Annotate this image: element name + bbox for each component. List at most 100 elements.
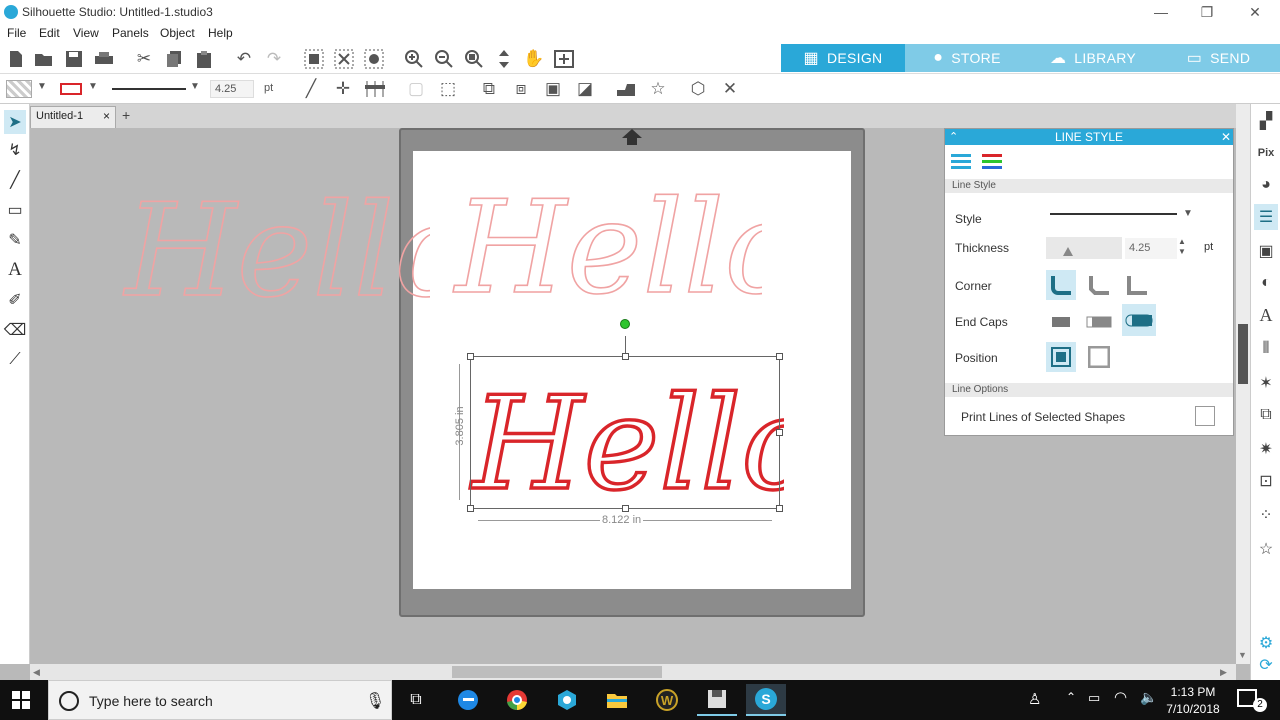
- line-color-swatch[interactable]: [60, 83, 82, 95]
- group-disabled-icon[interactable]: ▢: [405, 78, 427, 100]
- pixscan-icon[interactable]: Pix: [1254, 140, 1278, 166]
- scroll-down-icon[interactable]: ▼: [1238, 650, 1247, 660]
- eraser-tool-icon[interactable]: ⌫: [4, 318, 27, 342]
- vertical-scrollbar[interactable]: ▼: [1236, 104, 1250, 664]
- resize-handle-bm[interactable]: [622, 505, 629, 512]
- volume-icon[interactable]: 🔈: [1140, 689, 1157, 706]
- people-icon[interactable]: ♙: [1028, 690, 1041, 708]
- resize-handle-bl[interactable]: [467, 505, 474, 512]
- text-tool-icon[interactable]: A: [4, 258, 26, 282]
- select-all-icon[interactable]: [303, 48, 325, 70]
- print-lines-checkbox[interactable]: [1195, 406, 1215, 426]
- pencil-tool-icon[interactable]: ✎: [4, 228, 26, 252]
- thickness-slider[interactable]: [1046, 237, 1122, 259]
- weld-icon[interactable]: [615, 78, 637, 100]
- tab-design[interactable]: ▦ DESIGN: [781, 44, 905, 72]
- contrast-icon[interactable]: ◐: [1254, 270, 1278, 296]
- menu-file[interactable]: File: [7, 26, 26, 40]
- line-style-preview[interactable]: [112, 88, 186, 90]
- open-folder-icon[interactable]: [33, 48, 55, 70]
- cut-icon[interactable]: ✂: [133, 48, 155, 70]
- taskbar-search-box[interactable]: Type here to search 🎙: [48, 680, 392, 720]
- compound-path-icon[interactable]: ⧉: [478, 78, 500, 100]
- endcap-butt-icon[interactable]: [1046, 306, 1076, 336]
- horizontal-scroll-thumb[interactable]: [452, 666, 662, 678]
- sync-icon[interactable]: ⟳: [1254, 652, 1278, 678]
- undo-icon[interactable]: ↶: [233, 48, 255, 70]
- wifi-icon[interactable]: ◠: [1114, 688, 1127, 706]
- silhouette-app-icon[interactable]: [547, 684, 587, 716]
- resize-handle-tr[interactable]: [776, 353, 783, 360]
- word-app-icon[interactable]: W: [647, 684, 687, 716]
- edit-points-icon[interactable]: ↯: [4, 138, 26, 162]
- menu-view[interactable]: View: [73, 26, 99, 40]
- hello-outline-left[interactable]: Hello: [120, 175, 430, 325]
- close-tab-icon[interactable]: ×: [103, 109, 110, 123]
- fill-color-swatch[interactable]: [6, 80, 32, 98]
- fit-to-page-icon[interactable]: [553, 48, 575, 70]
- zoom-out-icon[interactable]: [433, 48, 455, 70]
- transform-icon[interactable]: ✶: [1254, 370, 1278, 396]
- resize-handle-mr[interactable]: [776, 429, 783, 436]
- resize-handle-tm[interactable]: [622, 353, 629, 360]
- copy-icon[interactable]: [163, 48, 185, 70]
- replicate-icon[interactable]: ⧉: [1254, 402, 1278, 428]
- battery-icon[interactable]: ▭: [1088, 690, 1100, 706]
- trace-dots-icon[interactable]: ⁘: [1254, 502, 1278, 528]
- line-style-panel-icon[interactable]: ☰: [1254, 204, 1278, 230]
- resize-handle-tl[interactable]: [467, 353, 474, 360]
- modify-star-icon[interactable]: ✷: [1254, 436, 1278, 462]
- line-color-tab-icon[interactable]: [980, 151, 1004, 171]
- text-style-icon[interactable]: A: [1254, 302, 1278, 328]
- resize-handle-br[interactable]: [776, 505, 783, 512]
- position-outside-icon[interactable]: [1084, 342, 1114, 372]
- line-style-dropdown-icon[interactable]: ▼: [190, 81, 200, 92]
- tab-send[interactable]: ▭ SEND: [1157, 44, 1280, 72]
- align-icon[interactable]: [364, 78, 386, 100]
- 3d-box-icon[interactable]: ⬡: [687, 78, 709, 100]
- select-by-color-icon[interactable]: [363, 48, 385, 70]
- draw-line-icon[interactable]: ╱: [300, 78, 322, 100]
- thickness-input[interactable]: 4.25: [1125, 238, 1177, 259]
- save-icon[interactable]: [63, 48, 85, 70]
- corner-sharp-icon[interactable]: [1122, 270, 1152, 300]
- redo-icon[interactable]: ↷: [263, 48, 285, 70]
- menu-edit[interactable]: Edit: [39, 26, 60, 40]
- vertical-scroll-thumb[interactable]: [1238, 324, 1248, 384]
- fill-dropdown-icon[interactable]: ▼: [37, 81, 47, 92]
- microphone-icon[interactable]: 🎙: [365, 691, 385, 711]
- clock-time[interactable]: 1:13 PM: [1164, 685, 1222, 699]
- tab-library[interactable]: ☁ LIBRARY: [1029, 44, 1157, 72]
- minimize-button[interactable]: —: [1138, 2, 1184, 22]
- deselect-icon[interactable]: [333, 48, 355, 70]
- image-effects-icon[interactable]: ▣: [1254, 238, 1278, 264]
- ungroup-icon[interactable]: ⬚: [437, 78, 459, 100]
- windows-start-icon[interactable]: [12, 691, 30, 709]
- menu-panels[interactable]: Panels: [112, 26, 149, 40]
- pan-arrows-icon[interactable]: [493, 48, 515, 70]
- horizontal-scrollbar[interactable]: ◀ ▶: [30, 664, 1236, 680]
- close-panel-icon[interactable]: ✕: [1221, 129, 1231, 145]
- task-view-icon[interactable]: ⧉: [396, 684, 436, 716]
- corner-bevel-icon[interactable]: [1084, 270, 1114, 300]
- favorites-star-icon[interactable]: ☆: [1254, 536, 1278, 562]
- edge-browser-icon[interactable]: [448, 684, 488, 716]
- print-icon[interactable]: [93, 48, 115, 70]
- zoom-select-icon[interactable]: [463, 48, 485, 70]
- menu-help[interactable]: Help: [208, 26, 233, 40]
- position-center-icon[interactable]: [1046, 342, 1076, 372]
- close-window-button[interactable]: ✕: [1232, 2, 1278, 22]
- thickness-stepper[interactable]: ▲ ▼: [1178, 237, 1186, 257]
- fill-palette-icon[interactable]: ◕: [1254, 172, 1278, 198]
- add-tab-icon[interactable]: +: [122, 107, 130, 123]
- scroll-left-icon[interactable]: ◀: [33, 667, 40, 678]
- rotation-handle[interactable]: [620, 319, 630, 329]
- disk-app-icon[interactable]: [697, 684, 737, 716]
- clock-date[interactable]: 7/10/2018: [1160, 702, 1226, 716]
- maximize-button[interactable]: ❐: [1184, 2, 1230, 22]
- bring-to-front-icon[interactable]: ◪: [574, 78, 596, 100]
- zoom-in-icon[interactable]: [403, 48, 425, 70]
- hand-pan-icon[interactable]: ✋: [523, 48, 545, 70]
- chrome-browser-icon[interactable]: [497, 684, 537, 716]
- document-tab[interactable]: Untitled-1 ×: [30, 106, 116, 128]
